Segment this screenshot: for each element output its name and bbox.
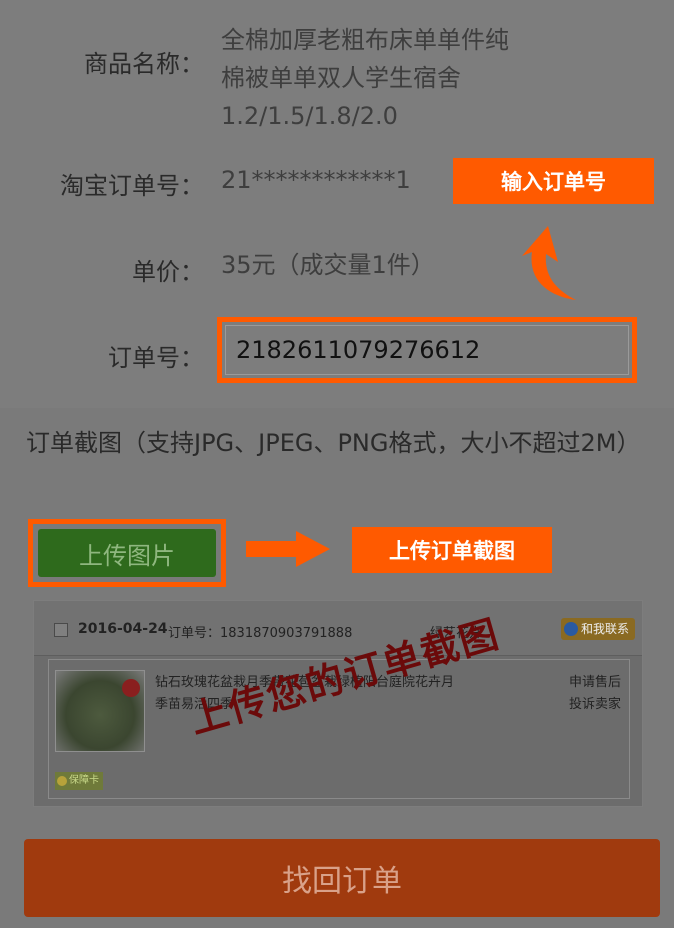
example-contact-label: 和我联系 — [581, 622, 630, 636]
upload-screenshot-callout: 上传订单截图 — [352, 527, 552, 573]
product-name-label: 商品名称： — [84, 50, 204, 78]
complain-seller-link: 投诉卖家 — [569, 697, 622, 712]
taobao-order-label: 淘宝订单号： — [60, 172, 204, 200]
guarantee-icon — [57, 776, 67, 786]
guarantee-card-badge: 保障卡 — [55, 772, 103, 790]
product-name-line-2: 棉被单单双人学生宿舍 — [221, 64, 461, 92]
product-name-line-1: 全棉加厚老粗布床单单件纯 — [221, 26, 509, 54]
unit-price-value: 35元（成交量1件） — [221, 251, 435, 279]
upload-button-highlight: 上传图片 — [28, 519, 226, 587]
product-name-value: 全棉加厚老粗布床单单件纯 棉被单单双人学生宿舍 1.2/1.5/1.8/2.0 — [221, 21, 581, 135]
enter-order-callout: 输入订单号 — [453, 158, 654, 204]
order-number-highlight: 2182611079276612 — [217, 317, 637, 383]
order-number-label: 订单号： — [108, 344, 204, 372]
right-arrow-icon — [246, 531, 330, 567]
screenshot-section-title: 订单截图（支持JPG、JPEG、PNG格式，大小不超过2M） — [26, 429, 641, 457]
product-thumbnail-image — [55, 670, 145, 752]
chat-icon — [564, 622, 578, 636]
order-info-panel: 商品名称： 全棉加厚老粗布床单单件纯 棉被单单双人学生宿舍 1.2/1.5/1.… — [0, 0, 674, 408]
find-order-button[interactable]: 找回订单 — [24, 839, 660, 917]
curved-arrow-icon — [522, 226, 576, 300]
order-number-input[interactable]: 2182611079276612 — [225, 325, 629, 375]
example-after-sale-links: 申请售后 投诉卖家 — [569, 672, 621, 716]
example-contact-badge: 和我联系 — [561, 618, 636, 640]
taobao-order-value: 21************1 — [221, 166, 411, 194]
product-name-line-3: 1.2/1.5/1.8/2.0 — [221, 102, 398, 130]
thumbnail-badge-icon — [122, 679, 140, 697]
example-checkbox — [54, 623, 68, 637]
apply-after-sale-link: 申请售后 — [569, 675, 622, 690]
unit-price-label: 单价： — [132, 258, 204, 286]
example-order-number: 订单号：1831870903791888 — [168, 626, 353, 641]
guarantee-card-label: 保障卡 — [69, 775, 99, 786]
example-order-date: 2016-04-24 — [78, 621, 168, 637]
upload-image-button[interactable]: 上传图片 — [38, 529, 216, 577]
